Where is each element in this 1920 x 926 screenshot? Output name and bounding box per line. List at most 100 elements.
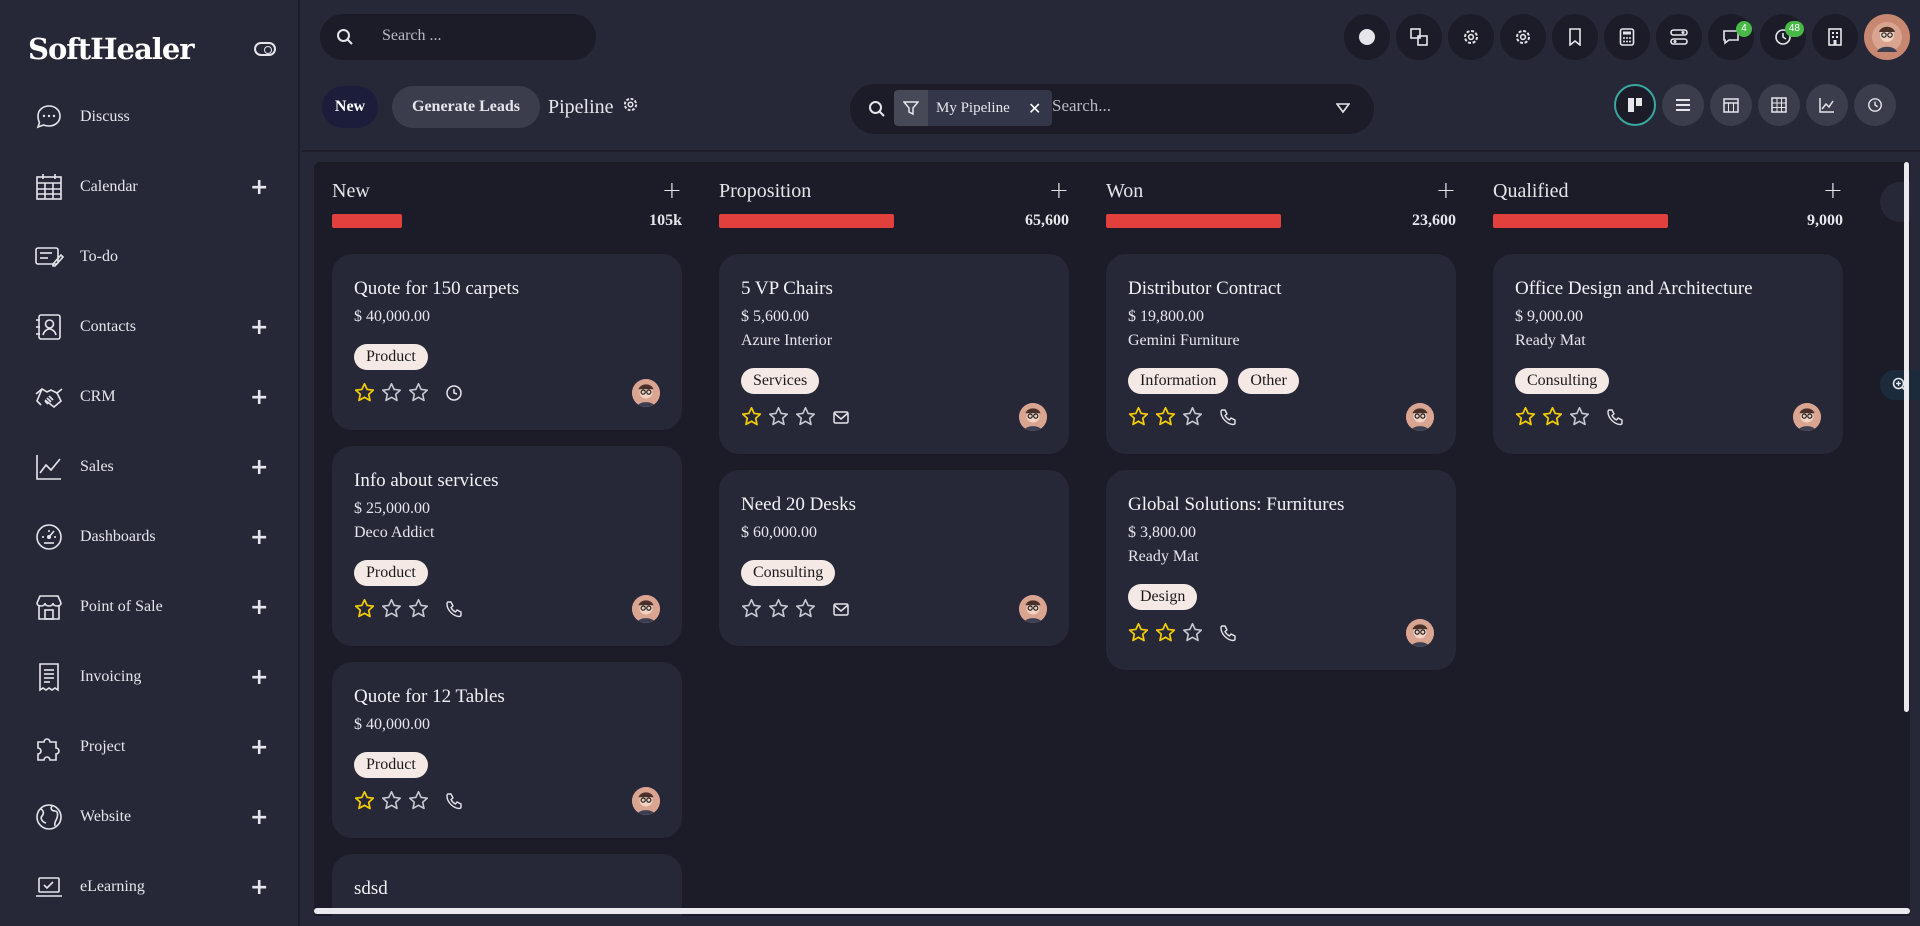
expand-plus-icon[interactable]: +	[250, 455, 268, 480]
phone-icon[interactable]	[435, 600, 463, 623]
sidebar-item-elearning[interactable]: eLearning +	[0, 852, 300, 922]
priority-star-icon[interactable]	[354, 382, 375, 408]
priority-star-icon[interactable]	[768, 598, 789, 624]
priority-star-icon[interactable]	[768, 406, 789, 432]
priority-star-icon[interactable]	[1155, 406, 1176, 432]
priority-star-icon[interactable]	[1155, 622, 1176, 648]
activities-button[interactable]: 48	[1760, 14, 1806, 60]
priority-star-icon[interactable]	[354, 790, 375, 816]
folded-column-handle[interactable]	[1880, 182, 1920, 222]
expand-plus-icon[interactable]: +	[250, 665, 268, 690]
priority-star-icon[interactable]	[381, 598, 402, 624]
sidebar-item-invoicing[interactable]: Invoicing +	[0, 642, 300, 712]
close-icon[interactable]: ✕	[1017, 90, 1052, 126]
expand-plus-icon[interactable]: +	[250, 805, 268, 830]
priority-star-icon[interactable]	[741, 406, 762, 432]
expand-plus-icon[interactable]: +	[250, 735, 268, 760]
priority-star-icon[interactable]	[741, 598, 762, 624]
view-calendar-button[interactable]	[1710, 84, 1752, 126]
status-dot-button[interactable]	[1344, 14, 1390, 60]
kanban-card[interactable]: Global Solutions: Furnitures $ 3,800.00 Re…	[1106, 470, 1456, 670]
priority-star-icon[interactable]	[1128, 406, 1149, 432]
sidebar-item-contacts[interactable]: Contacts +	[0, 292, 300, 362]
priority-star-icon[interactable]	[408, 598, 429, 624]
calculator-button[interactable]	[1604, 14, 1650, 60]
new-button[interactable]: New	[322, 86, 378, 128]
translate-button[interactable]	[1396, 14, 1442, 60]
phone-icon[interactable]	[1209, 624, 1237, 647]
kanban-card[interactable]: Quote for 12 Tables $ 40,000.00 Product	[332, 662, 682, 838]
generate-leads-button[interactable]: Generate Leads	[392, 86, 540, 128]
chevron-down-icon[interactable]	[1336, 102, 1350, 114]
expand-plus-icon[interactable]: +	[250, 315, 268, 340]
column-progress-bar[interactable]	[1106, 214, 1281, 228]
priority-star-icon[interactable]	[1569, 406, 1590, 432]
kanban-card[interactable]: sdsd	[332, 854, 682, 916]
column-progress-bar[interactable]	[332, 214, 402, 228]
kanban-card[interactable]: 5 VP Chairs $ 5,600.00 Azure Interior Servi…	[719, 254, 1069, 454]
settings-button[interactable]	[1448, 14, 1494, 60]
messages-button[interactable]: 4	[1708, 14, 1754, 60]
priority-star-icon[interactable]	[354, 598, 375, 624]
sidebar-item-to-do[interactable]: To-do	[0, 222, 300, 292]
kanban-card[interactable]: Need 20 Desks $ 60,000.00 Consulting	[719, 470, 1069, 646]
view-pivot-button[interactable]	[1758, 84, 1800, 126]
toggle-theme-icon[interactable]	[254, 42, 276, 56]
phone-icon[interactable]	[1596, 408, 1624, 431]
priority-star-icon[interactable]	[1542, 406, 1563, 432]
filter-search-bar[interactable]: My Pipeline ✕ Search...	[850, 84, 1374, 134]
priority-star-icon[interactable]	[795, 406, 816, 432]
mail-icon[interactable]	[822, 600, 850, 623]
bookmark-button[interactable]	[1552, 14, 1598, 60]
sidebar-item-crm[interactable]: CRM +	[0, 362, 300, 432]
phone-icon[interactable]	[435, 792, 463, 815]
view-kanban-button[interactable]	[1614, 84, 1656, 126]
expand-plus-icon[interactable]: +	[250, 175, 268, 200]
sidebar-item-calendar[interactable]: Calendar +	[0, 152, 300, 222]
view-activity-button[interactable]	[1854, 84, 1896, 126]
sidebar-item-dashboards[interactable]: Dashboards +	[0, 502, 300, 572]
priority-star-icon[interactable]	[408, 790, 429, 816]
horizontal-scrollbar[interactable]	[314, 908, 1910, 914]
column-progress-bar[interactable]	[719, 214, 894, 228]
priority-star-icon[interactable]	[1128, 622, 1149, 648]
expand-plus-icon[interactable]: +	[250, 875, 268, 900]
global-search[interactable]: Search ...	[320, 14, 596, 60]
priority-star-icon[interactable]	[1182, 622, 1203, 648]
priority-star-icon[interactable]	[408, 382, 429, 408]
quick-create-plus-icon[interactable]: +	[1049, 176, 1069, 204]
user-avatar-button[interactable]	[1864, 14, 1910, 60]
mail-icon[interactable]	[822, 408, 850, 431]
priority-star-icon[interactable]	[381, 382, 402, 408]
expand-plus-icon[interactable]: +	[250, 525, 268, 550]
company-button[interactable]	[1812, 14, 1858, 60]
expand-plus-icon[interactable]: +	[250, 595, 268, 620]
sidebar-item-website[interactable]: Website +	[0, 782, 300, 852]
kanban-card[interactable]: Quote for 150 carpets $ 40,000.00 Product	[332, 254, 682, 430]
quick-create-plus-icon[interactable]: +	[1436, 176, 1456, 204]
view-list-button[interactable]	[1662, 84, 1704, 126]
view-graph-button[interactable]	[1806, 84, 1848, 126]
sidebar-item-sales[interactable]: Sales +	[0, 432, 300, 502]
priority-star-icon[interactable]	[1182, 406, 1203, 432]
kanban-card[interactable]: Distributor Contract $ 19,800.00 Gemini Fu…	[1106, 254, 1456, 454]
vertical-scrollbar[interactable]	[1904, 162, 1909, 712]
sidebar-item-point-of-sale[interactable]: Point of Sale +	[0, 572, 300, 642]
kanban-card[interactable]: Office Design and Architecture $ 9,000.00…	[1493, 254, 1843, 454]
priority-star-icon[interactable]	[1515, 406, 1536, 432]
list-toggle-button[interactable]	[1656, 14, 1702, 60]
quick-create-plus-icon[interactable]: +	[1823, 176, 1843, 204]
priority-star-icon[interactable]	[381, 790, 402, 816]
kanban-card[interactable]: Info about services $ 25,000.00 Deco Addic…	[332, 446, 682, 646]
gear-icon[interactable]	[622, 96, 639, 113]
sidebar-item-project[interactable]: Project +	[0, 712, 300, 782]
config-button[interactable]	[1500, 14, 1546, 60]
expand-plus-icon[interactable]: +	[250, 385, 268, 410]
sidebar-item-discuss[interactable]: Discuss	[0, 82, 300, 152]
quick-create-plus-icon[interactable]: +	[662, 176, 682, 204]
column-progress-bar[interactable]	[1493, 214, 1668, 228]
priority-star-icon[interactable]	[795, 598, 816, 624]
zoom-button[interactable]	[1880, 370, 1920, 400]
clock-icon[interactable]	[435, 384, 463, 407]
phone-icon[interactable]	[1209, 408, 1237, 431]
